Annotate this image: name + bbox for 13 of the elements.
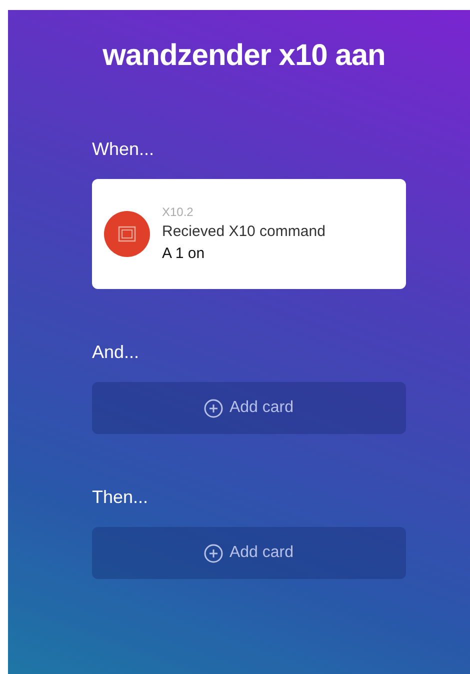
section-label: When... — [92, 138, 156, 161]
section-label: Then... — [92, 486, 150, 509]
card-value: A 1 on — [162, 244, 206, 264]
section-label: And... — [92, 341, 140, 364]
app-icon — [104, 211, 150, 257]
add-card-button[interactable]: Add card — [92, 527, 406, 579]
page-title: wandzender x10 aan — [102, 38, 386, 74]
card-title: Recieved X10 command — [162, 222, 326, 242]
trigger-card[interactable]: X10.2 Recieved X10 command A 1 on — [92, 179, 406, 289]
plus-icon — [204, 544, 224, 562]
plus-icon — [204, 398, 224, 418]
add-card-button[interactable]: Add card — [92, 382, 406, 434]
app-name: X10.2 — [162, 204, 194, 220]
